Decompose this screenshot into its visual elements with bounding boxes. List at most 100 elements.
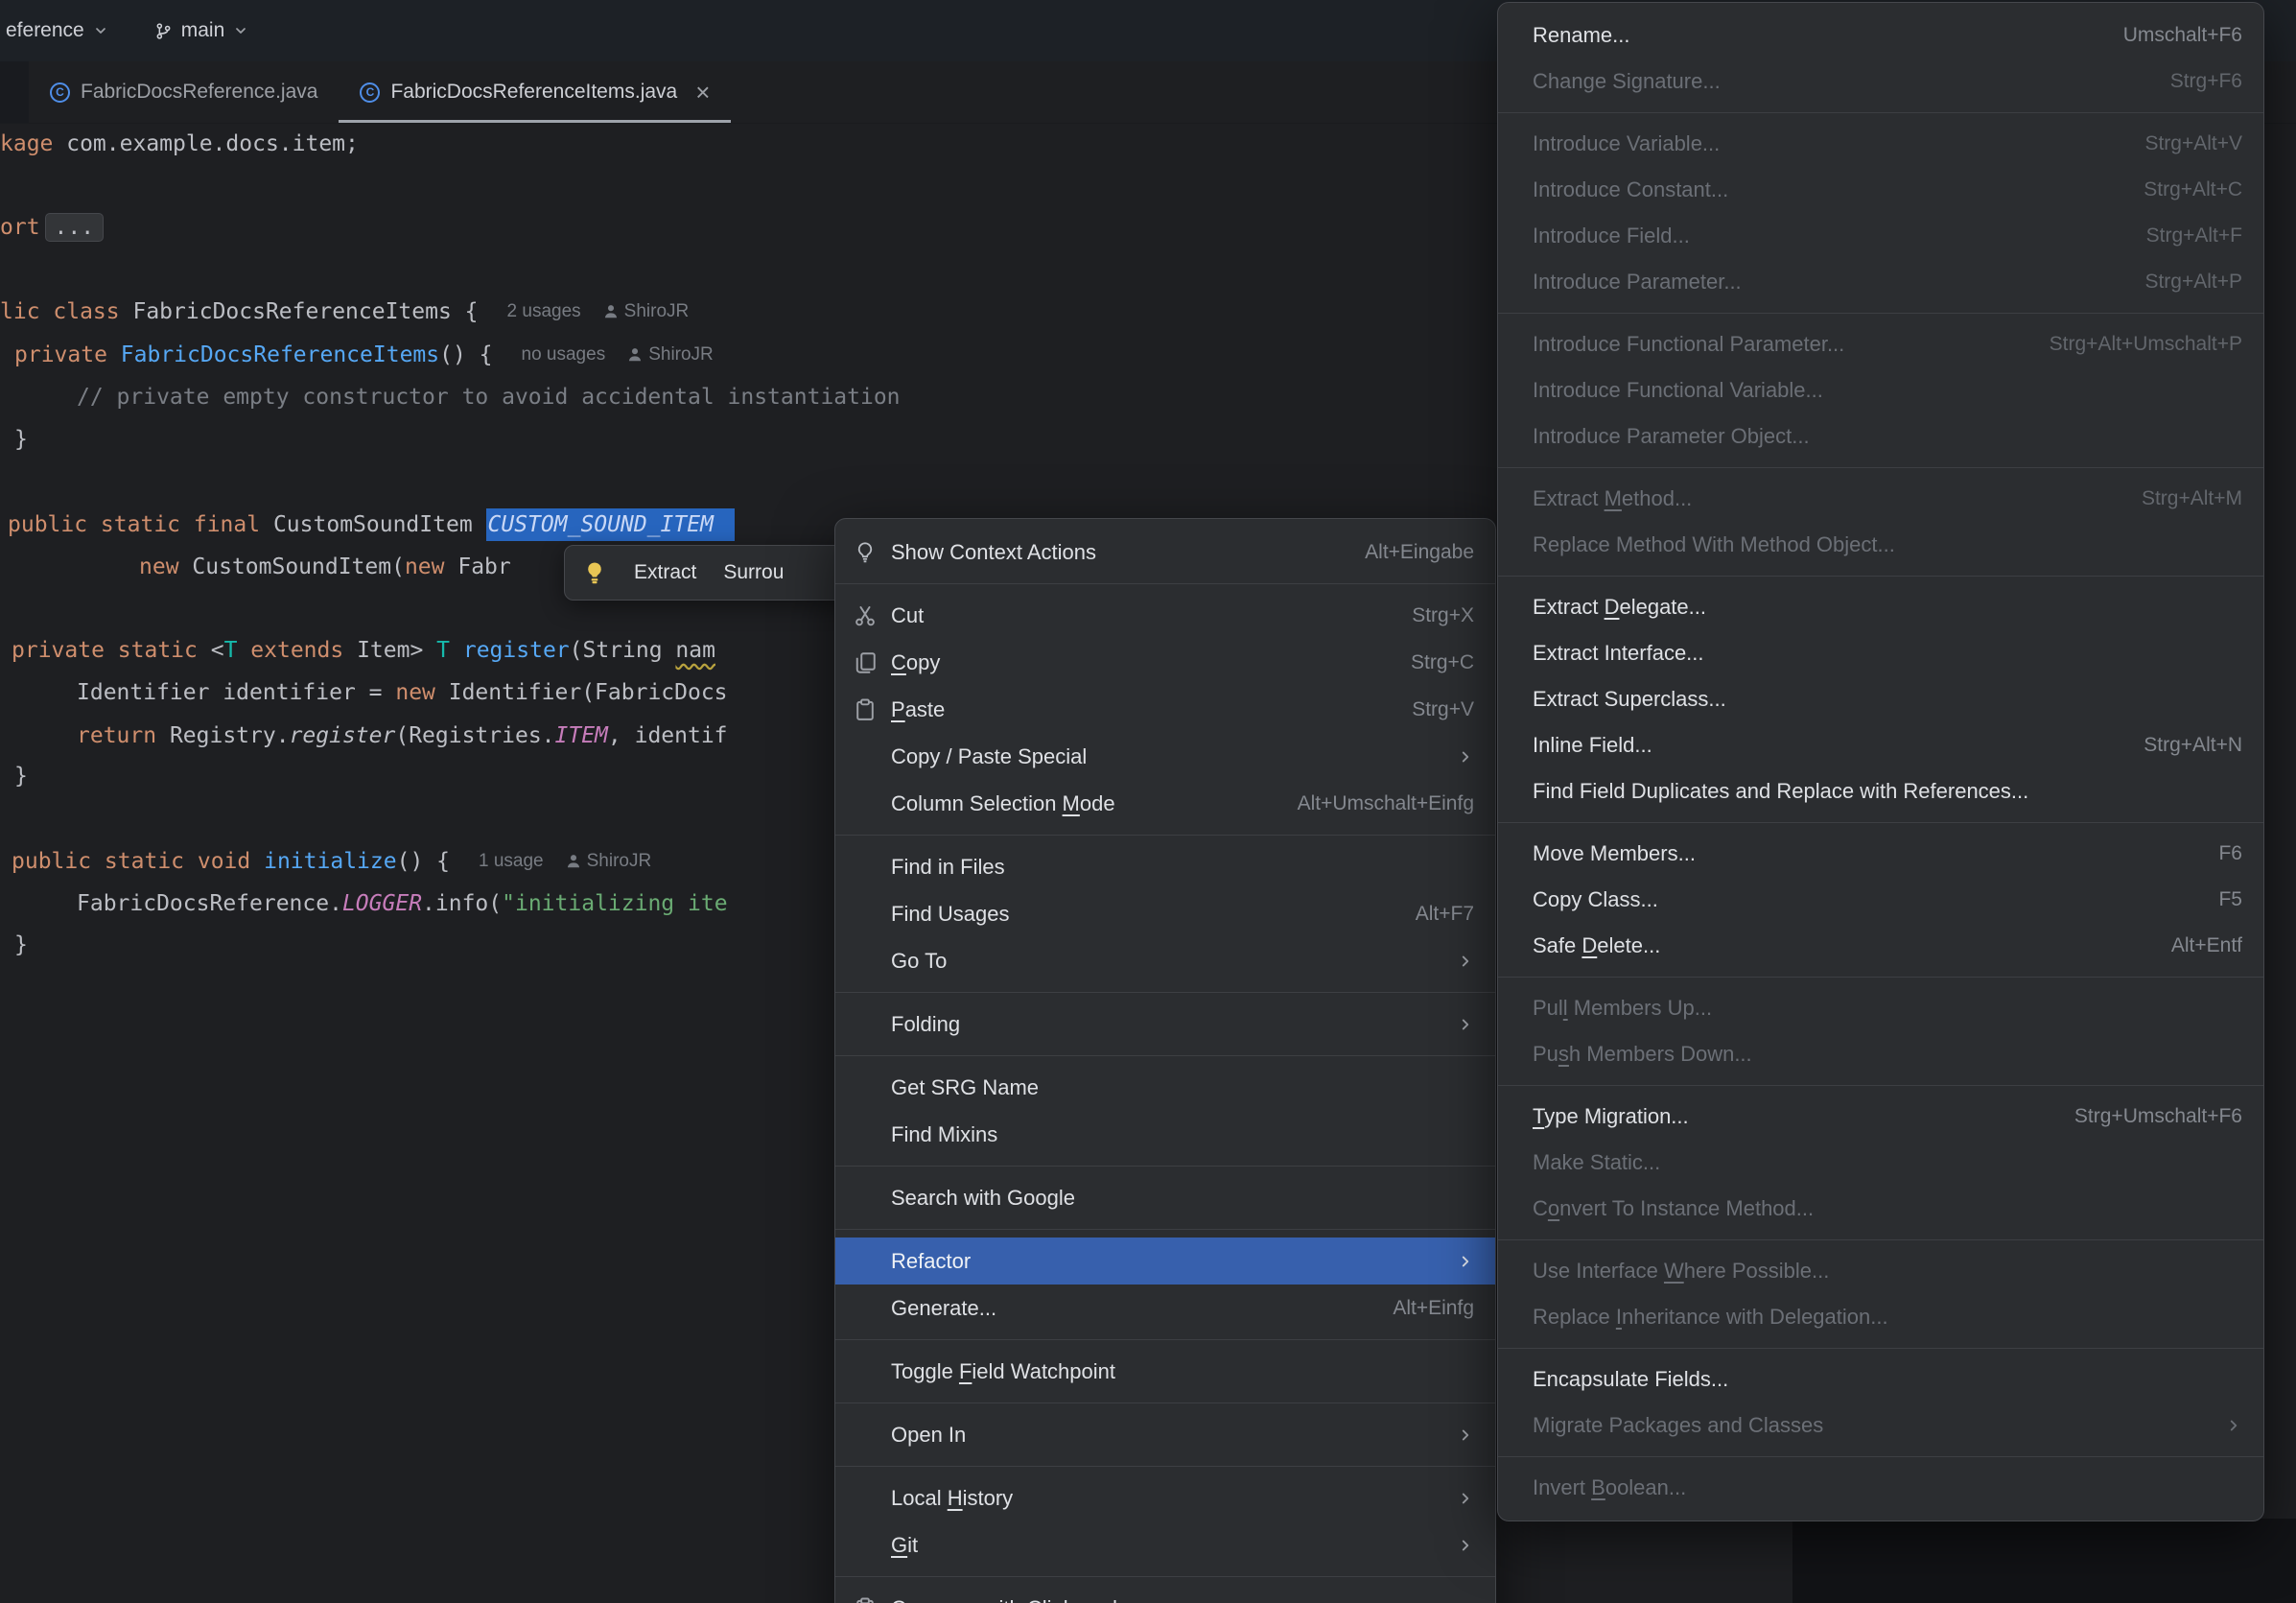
menu-item-label: Paste	[891, 697, 1377, 722]
menu-item-label: Extract Interface...	[1533, 641, 2242, 666]
menu-item-label: Find Field Duplicates and Replace with R…	[1533, 779, 2242, 804]
menu-item-find-in-files[interactable]: Find in Files	[835, 843, 1495, 890]
menu-item-label: Make Static...	[1533, 1150, 2242, 1175]
code-token: , identif	[608, 723, 728, 748]
menu-item-compare-with-clipboard[interactable]: Compare with Clipboard	[835, 1585, 1495, 1603]
menu-item-type-migration[interactable]: Type Migration... Strg+Umschalt+F6	[1498, 1094, 2263, 1140]
menu-item-extract-interface[interactable]: Extract Interface...	[1498, 630, 2263, 676]
menu-item-copy-class[interactable]: Copy Class...F5	[1498, 877, 2263, 923]
menu-item-inline-field[interactable]: Inline Field...Strg+Alt+N	[1498, 722, 2263, 768]
code-token: public static void	[12, 849, 264, 874]
menu-item-label: Show Context Actions	[891, 540, 1330, 565]
code-line: }	[14, 924, 28, 966]
menu-item-refactor[interactable]: Refactor	[835, 1238, 1495, 1285]
project-widget[interactable]: eference	[6, 19, 108, 42]
menu-item-cut[interactable]: CutStrg+X	[835, 592, 1495, 639]
menu-item-label: Safe Delete...	[1533, 933, 2137, 958]
surround-action[interactable]: Surrou	[723, 561, 784, 584]
code-token: () {	[439, 342, 492, 367]
author-inlay-hint[interactable]: ShiroJR	[624, 301, 690, 322]
menu-item-extract-superclass[interactable]: Extract Superclass...	[1498, 676, 2263, 722]
usages-inlay-hint[interactable]: 2 usages	[507, 301, 581, 322]
menu-item-search-with-google[interactable]: Search with Google	[835, 1174, 1495, 1221]
code-token: lic	[0, 299, 53, 324]
extract-action[interactable]: Extract	[634, 561, 696, 584]
menu-item-label: Rename...	[1533, 23, 2089, 48]
menu-item-git[interactable]: Git	[835, 1521, 1495, 1568]
menu-item-introduce-constant: Introduce Constant...Strg+Alt+C	[1498, 167, 2263, 213]
menu-separator	[835, 1576, 1495, 1577]
code-token: CustomSoundItem(	[192, 554, 405, 579]
menu-separator	[1498, 1085, 2263, 1086]
menu-item-go-to[interactable]: Go To	[835, 937, 1495, 984]
menu-item-label: Copy	[891, 650, 1376, 675]
branch-name: main	[181, 19, 225, 42]
code-line: lic class FabricDocsReferenceItems {2 us…	[0, 291, 689, 333]
menu-separator	[835, 1466, 1495, 1467]
code-token: kage	[0, 131, 53, 156]
code-token: {	[465, 299, 479, 324]
menu-item-label: Generate...	[891, 1296, 1358, 1321]
menu-item-local-history[interactable]: Local History	[835, 1474, 1495, 1521]
tab-fabricdocsreferenceitems-java[interactable]: C FabricDocsReferenceItems.java ×	[339, 61, 731, 123]
code-token: LOGGER	[342, 891, 422, 916]
menu-item-shortcut: Strg+F6	[2170, 70, 2242, 93]
close-icon[interactable]: ×	[695, 80, 710, 105]
menu-item-shortcut: F6	[2218, 842, 2242, 865]
menu-item-label: Introduce Parameter...	[1533, 270, 2110, 295]
menu-item-folding[interactable]: Folding	[835, 1001, 1495, 1048]
menu-item-copy-paste-special[interactable]: Copy / Paste Special	[835, 733, 1495, 780]
code-line: new CustomSoundItem(new Fabr	[139, 546, 511, 588]
menu-separator	[835, 1055, 1495, 1056]
code-token: }	[14, 932, 28, 957]
code-token: Fabr	[457, 554, 510, 579]
menu-item-paste[interactable]: PasteStrg+V	[835, 686, 1495, 733]
chevron-right-icon	[1457, 1426, 1474, 1444]
author-inlay-hint[interactable]: ShiroJR	[587, 851, 652, 872]
usages-inlay-hint[interactable]: no usages	[522, 344, 606, 365]
code-token: Identifier identifier =	[77, 680, 395, 705]
menu-item-column-selection-mode[interactable]: Column Selection ModeAlt+Umschalt+Einfg	[835, 780, 1495, 827]
intention-popup: Extract Surrou	[564, 545, 852, 601]
menu-item-show-context-actions[interactable]: Show Context ActionsAlt+Eingabe	[835, 529, 1495, 576]
menu-item-shortcut: Strg+Umschalt+F6	[2074, 1105, 2242, 1128]
tab-fabricdocsreference-java[interactable]: C FabricDocsReference.java	[29, 61, 339, 123]
code-token: class	[53, 299, 132, 324]
menu-item-shortcut: Alt+F7	[1416, 903, 1474, 926]
menu-item-label: Column Selection Mode	[891, 791, 1263, 816]
code-token: Identifier(FabricDocs	[449, 680, 728, 705]
menu-item-move-members[interactable]: Move Members...F6	[1498, 831, 2263, 877]
menu-item-label: Copy / Paste Special	[891, 744, 1440, 769]
menu-item-label: Introduce Variable...	[1533, 131, 2110, 156]
folded-region[interactable]: ...	[45, 213, 105, 242]
menu-separator	[1498, 467, 2263, 468]
menu-item-safe-delete[interactable]: Safe Delete...Alt+Entf	[1498, 923, 2263, 969]
menu-item-get-srg-name[interactable]: Get SRG Name	[835, 1064, 1495, 1111]
menu-item-copy[interactable]: CopyStrg+C	[835, 639, 1495, 686]
branch-widget[interactable]: main	[154, 19, 249, 42]
menu-item-find-usages[interactable]: Find UsagesAlt+F7	[835, 890, 1495, 937]
menu-item-extract-delegate[interactable]: Extract Delegate...	[1498, 584, 2263, 630]
code-token: .info(	[422, 891, 502, 916]
author-inlay-hint[interactable]: ShiroJR	[648, 344, 714, 365]
menu-separator	[835, 835, 1495, 836]
lightbulb-icon[interactable]	[582, 560, 607, 585]
menu-item-generate[interactable]: Generate...Alt+Einfg	[835, 1285, 1495, 1332]
code-token: extends	[250, 638, 357, 663]
menu-item-label: Replace Method With Method Object...	[1533, 532, 2242, 557]
code-token: T	[436, 638, 463, 663]
tabbar-edge	[0, 61, 29, 123]
menu-item-label: Type Migration...	[1533, 1104, 2040, 1129]
menu-item-shortcut: Strg+Alt+C	[2144, 178, 2242, 201]
menu-item-find-mixins[interactable]: Find Mixins	[835, 1111, 1495, 1158]
menu-item-open-in[interactable]: Open In	[835, 1411, 1495, 1458]
code-token: private static	[12, 638, 211, 663]
menu-item-label: Convert To Instance Method...	[1533, 1196, 2242, 1221]
menu-item-find-field-duplicates-and-replace-with-references[interactable]: Find Field Duplicates and Replace with R…	[1498, 768, 2263, 814]
menu-item-label: Change Signature...	[1533, 69, 2136, 94]
menu-item-encapsulate-fields[interactable]: Encapsulate Fields...	[1498, 1356, 2263, 1403]
bottom-right-panel	[1792, 1519, 2296, 1603]
menu-item-rename[interactable]: Rename...Umschalt+F6	[1498, 12, 2263, 59]
usages-inlay-hint[interactable]: 1 usage	[479, 851, 544, 872]
menu-item-toggle-field-watchpoint[interactable]: Toggle Field Watchpoint	[835, 1348, 1495, 1395]
